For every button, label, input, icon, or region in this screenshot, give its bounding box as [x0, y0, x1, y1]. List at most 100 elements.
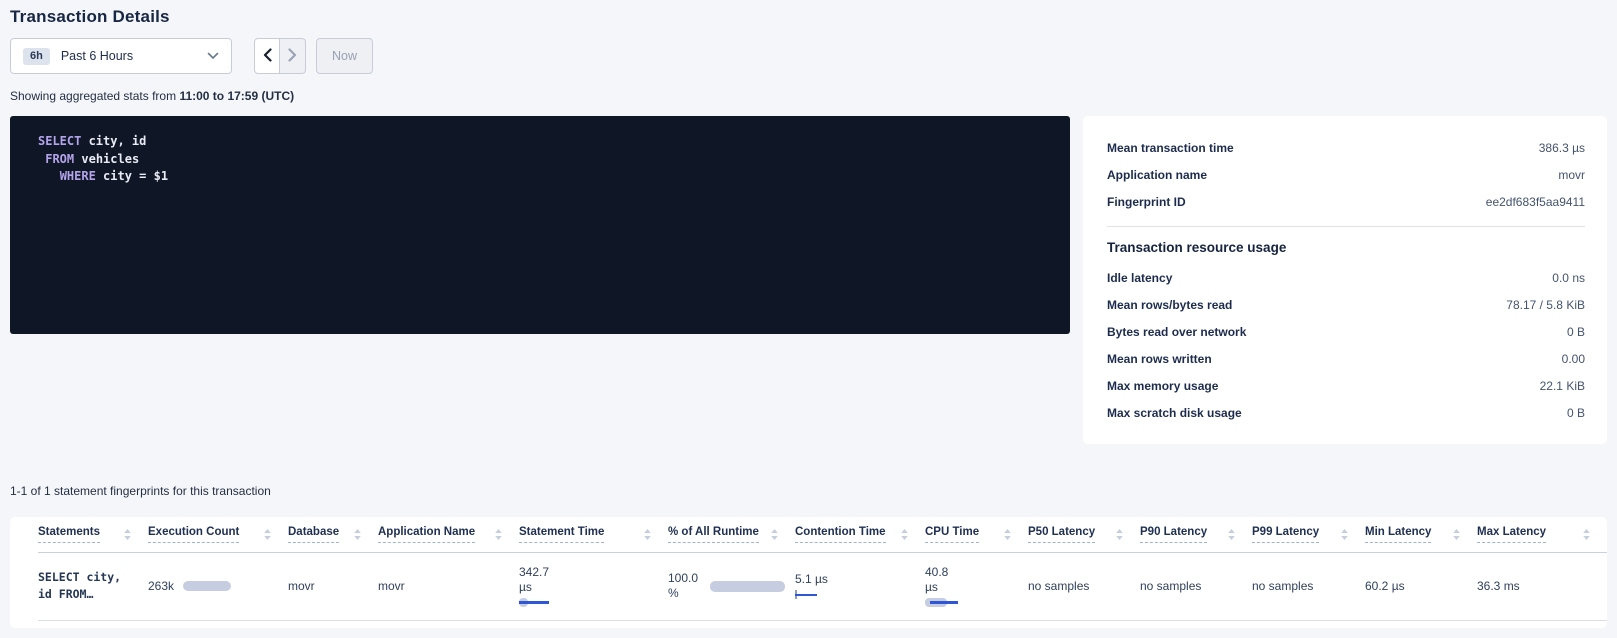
- summary-row: Mean transaction time 386.3 µs: [1107, 134, 1585, 161]
- cell-p90-latency: no samples: [1140, 552, 1252, 620]
- chevron-left-icon: [263, 48, 272, 65]
- summary-label: Mean rows/bytes read: [1107, 298, 1232, 312]
- cpu-time-value: 40.8: [925, 565, 1028, 580]
- summary-value: 0 B: [1567, 406, 1585, 420]
- stats-caption-prefix: Showing aggregated stats from: [10, 89, 179, 103]
- sort-icon[interactable]: [123, 528, 132, 541]
- sort-icon[interactable]: [494, 528, 503, 541]
- sort-icon[interactable]: [1003, 528, 1012, 541]
- summary-row: Application name movr: [1107, 161, 1585, 188]
- summary-label: Idle latency: [1107, 271, 1172, 285]
- statement-link[interactable]: SELECT city,id FROM…: [38, 569, 148, 603]
- summary-value: 78.17 / 5.8 KiB: [1506, 298, 1585, 312]
- execution-count-value: 263k: [148, 579, 174, 593]
- sort-icon[interactable]: [900, 528, 909, 541]
- summary-label: Max memory usage: [1107, 379, 1218, 393]
- cell-contention-time: 5.1 µs: [795, 552, 925, 620]
- divider: [1107, 226, 1585, 227]
- cpu-time-bar: [925, 598, 959, 608]
- summary-label: Bytes read over network: [1107, 325, 1246, 339]
- column-header-p90-latency[interactable]: P90 Latency: [1140, 517, 1252, 552]
- summary-label: Mean rows written: [1107, 352, 1212, 366]
- time-controls: 6h Past 6 Hours Now: [10, 38, 1607, 74]
- statement-time-unit: µs: [519, 580, 668, 595]
- sort-icon[interactable]: [1340, 528, 1349, 541]
- chevron-down-icon: [207, 52, 219, 60]
- sql-line: SELECT city, id: [38, 133, 1070, 151]
- summary-value: 386.3 µs: [1539, 141, 1585, 155]
- column-header-statements[interactable]: Statements: [38, 517, 148, 552]
- summary-row: Mean rows written 0.00: [1107, 345, 1585, 372]
- summary-row: Max memory usage 22.1 KiB: [1107, 372, 1585, 399]
- cell-p99-latency: no samples: [1252, 552, 1365, 620]
- resource-usage-title: Transaction resource usage: [1107, 240, 1585, 255]
- chevron-right-icon: [288, 48, 297, 65]
- column-header-pct-runtime[interactable]: % of All Runtime: [668, 517, 795, 552]
- table-header-row: Statements Execution Count Database Appl…: [38, 517, 1607, 552]
- cell-max-latency: 36.3 ms: [1477, 552, 1607, 620]
- main-content-row: SELECT city, id FROM vehicles WHERE city…: [10, 116, 1607, 444]
- sort-icon[interactable]: [1452, 528, 1461, 541]
- statement-time-bar: [519, 598, 551, 608]
- sort-icon[interactable]: [1582, 528, 1591, 541]
- transaction-details-page: Transaction Details 6h Past 6 Hours Now …: [0, 0, 1617, 628]
- next-time-button[interactable]: [280, 38, 306, 74]
- cell-pct-runtime: 100.0 %: [668, 552, 795, 620]
- cpu-time-unit: µs: [925, 580, 1028, 595]
- summary-value: ee2df683f5aa9411: [1486, 195, 1585, 209]
- stats-caption-range: 11:00 to 17:59 (UTC): [179, 89, 294, 103]
- sort-icon[interactable]: [1227, 528, 1236, 541]
- cell-statement: SELECT city,id FROM…: [38, 552, 148, 620]
- summary-label: Application name: [1107, 168, 1207, 182]
- contention-time-bar: [795, 590, 825, 600]
- statements-table: Statements Execution Count Database Appl…: [38, 517, 1607, 621]
- execution-count-bar: [183, 581, 231, 591]
- summary-label: Mean transaction time: [1107, 141, 1234, 155]
- time-nav-group: [254, 38, 306, 74]
- cell-cpu-time: 40.8 µs: [925, 552, 1028, 620]
- summary-panel: Mean transaction time 386.3 µs Applicati…: [1083, 116, 1607, 444]
- aggregated-stats-caption: Showing aggregated stats from 11:00 to 1…: [10, 89, 1607, 103]
- column-header-application-name[interactable]: Application Name: [378, 517, 519, 552]
- column-header-min-latency[interactable]: Min Latency: [1365, 517, 1477, 552]
- column-header-database[interactable]: Database: [288, 517, 378, 552]
- cell-application-name: movr: [378, 552, 519, 620]
- sort-icon[interactable]: [1115, 528, 1124, 541]
- page-title: Transaction Details: [10, 7, 1607, 27]
- statements-table-caption: 1-1 of 1 statement fingerprints for this…: [10, 484, 1607, 498]
- cell-statement-time: 342.7 µs: [519, 552, 668, 620]
- sql-statement-box: SELECT city, id FROM vehicles WHERE city…: [10, 116, 1070, 334]
- column-header-execution-count[interactable]: Execution Count: [148, 517, 288, 552]
- summary-row: Bytes read over network 0 B: [1107, 318, 1585, 345]
- sql-line: FROM vehicles: [38, 151, 1070, 169]
- column-header-p50-latency[interactable]: P50 Latency: [1028, 517, 1140, 552]
- cell-min-latency: 60.2 µs: [1365, 552, 1477, 620]
- pct-runtime-unit: %: [668, 586, 698, 601]
- statement-row: SELECT city,id FROM… 263k movr movr 342.…: [38, 552, 1607, 620]
- column-header-contention-time[interactable]: Contention Time: [795, 517, 925, 552]
- time-range-dropdown[interactable]: 6h Past 6 Hours: [10, 38, 232, 74]
- cell-execution-count: 263k: [148, 552, 288, 620]
- column-header-max-latency[interactable]: Max Latency: [1477, 517, 1607, 552]
- column-header-statement-time[interactable]: Statement Time: [519, 517, 668, 552]
- pct-runtime-bar: [710, 581, 785, 592]
- sort-icon[interactable]: [263, 528, 272, 541]
- summary-value: 0 B: [1567, 325, 1585, 339]
- now-button[interactable]: Now: [316, 38, 373, 74]
- sql-line: WHERE city = $1: [38, 168, 1070, 186]
- column-header-cpu-time[interactable]: CPU Time: [925, 517, 1028, 552]
- sort-icon[interactable]: [353, 528, 362, 541]
- summary-label: Fingerprint ID: [1107, 195, 1186, 209]
- sort-icon[interactable]: [770, 528, 779, 541]
- summary-value: 0.00: [1562, 352, 1585, 366]
- pct-runtime-value: 100.0: [668, 571, 698, 586]
- summary-row: Mean rows/bytes read 78.17 / 5.8 KiB: [1107, 291, 1585, 318]
- summary-row: Max scratch disk usage 0 B: [1107, 399, 1585, 426]
- contention-time-value: 5.1 µs: [795, 572, 925, 587]
- prev-time-button[interactable]: [254, 38, 280, 74]
- sort-icon[interactable]: [643, 528, 652, 541]
- column-header-p99-latency[interactable]: P99 Latency: [1252, 517, 1365, 552]
- cell-database: movr: [288, 552, 378, 620]
- summary-value: 22.1 KiB: [1540, 379, 1585, 393]
- time-range-label: Past 6 Hours: [61, 49, 133, 63]
